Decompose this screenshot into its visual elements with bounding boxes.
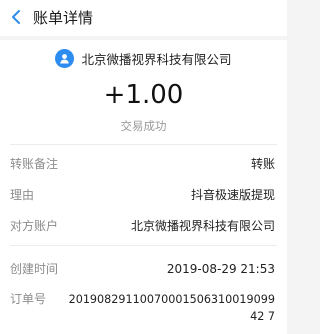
detail-value: 转账 bbox=[250, 157, 275, 171]
transaction-amount: +1.00 bbox=[103, 80, 184, 110]
detail-label: 理由 bbox=[10, 188, 35, 202]
payee-header: 北京微播视界科技有限公司 bbox=[0, 48, 287, 68]
detail-label: 创建时间 bbox=[10, 262, 59, 276]
page-title: 账单详情 bbox=[33, 9, 94, 27]
detail-label: 转账备注 bbox=[10, 157, 59, 171]
order-number-value: 2019082911007000150631001909942 7 bbox=[68, 293, 275, 323]
detail-label: 订单号 bbox=[10, 292, 47, 306]
top-nav-bar: 账单详情 bbox=[0, 0, 287, 36]
payee-name: 北京微播视界科技有限公司 bbox=[81, 51, 232, 67]
divider bbox=[10, 144, 277, 145]
detail-row-created-time: 创建时间 2019-08-29 21:53 bbox=[10, 260, 275, 278]
detail-row-counterparty: 对方账户 北京微播视界科技有限公司 bbox=[10, 217, 275, 235]
detail-label: 对方账户 bbox=[10, 219, 59, 233]
bill-detail-card: 北京微播视界科技有限公司 +1.00 交易成功 转账备注 转账 理由 抖音极速版… bbox=[0, 40, 287, 334]
detail-row-reason: 理由 抖音极速版提现 bbox=[10, 186, 275, 204]
transaction-status: 交易成功 bbox=[120, 119, 167, 133]
detail-value: 2019-08-29 21:53 bbox=[166, 262, 275, 276]
divider bbox=[10, 245, 277, 246]
chevron-left-icon[interactable] bbox=[9, 9, 25, 25]
detail-value: 北京微播视界科技有限公司 bbox=[130, 219, 275, 233]
detail-row-remark: 转账备注 转账 bbox=[10, 155, 275, 173]
user-avatar-icon bbox=[55, 48, 75, 68]
detail-value: 抖音极速版提现 bbox=[190, 188, 275, 202]
